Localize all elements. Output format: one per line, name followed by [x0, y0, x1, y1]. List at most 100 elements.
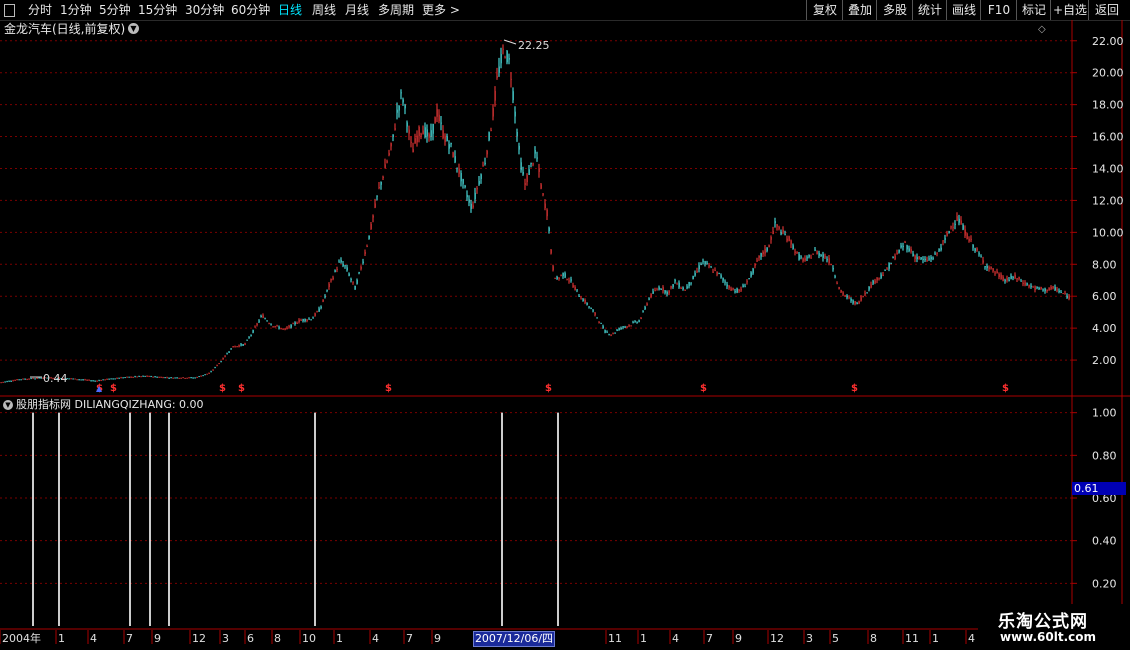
candle-body	[492, 108, 494, 117]
candle-body	[178, 377, 180, 379]
candle-body	[190, 377, 192, 379]
candle-body	[162, 377, 164, 379]
candle-body	[966, 233, 968, 239]
candle-body	[34, 378, 36, 380]
candle-body	[222, 358, 224, 360]
candle-body	[1058, 290, 1060, 293]
indicator-tick-label: 1.00	[1092, 407, 1117, 420]
candle-body	[1046, 289, 1048, 292]
candle-body	[942, 240, 944, 242]
diamond-icon[interactable]: ◇	[1038, 24, 1046, 35]
candle-body	[556, 276, 558, 280]
candle-body	[854, 301, 856, 305]
candle-body	[362, 261, 364, 263]
candle-body	[1014, 274, 1016, 279]
candle-body	[700, 263, 702, 265]
stock-chart[interactable]: $$$$$$$$$ 22.0020.0018.0016.0014.0012.00…	[0, 0, 1130, 650]
candle-body	[814, 249, 816, 251]
candle-body	[932, 257, 934, 259]
candle-body	[800, 256, 802, 258]
candle-body	[756, 260, 758, 262]
candle-body	[990, 266, 992, 269]
candle-body	[778, 227, 780, 229]
candle-body	[24, 378, 26, 380]
candle-body	[220, 361, 222, 363]
candle-body	[40, 377, 42, 379]
candle-body	[254, 326, 256, 328]
candle-body	[148, 375, 150, 377]
candle-body	[138, 375, 140, 377]
candle-body	[238, 345, 240, 347]
candle-body	[78, 379, 80, 381]
candle-body	[652, 291, 654, 294]
candle-body	[466, 194, 468, 198]
candle-body	[1012, 277, 1014, 279]
candle-body	[476, 188, 478, 190]
candle-body	[1044, 288, 1046, 292]
candle-body	[808, 255, 810, 257]
date-tick-label: 6	[247, 632, 254, 645]
main-gridlines	[0, 40, 1072, 361]
candle-body	[426, 129, 428, 137]
candle-body	[744, 286, 746, 288]
candle-body	[368, 235, 370, 239]
date-tick-label: 1	[932, 632, 939, 645]
candle-body	[958, 218, 960, 223]
candle-body	[740, 288, 742, 291]
candle-body	[552, 266, 554, 271]
candle-body	[844, 295, 846, 297]
candle-body	[20, 379, 22, 381]
candle-body	[544, 203, 546, 209]
watermark-title: 乐淘公式网	[998, 612, 1088, 632]
candle-body	[1060, 291, 1062, 293]
chevron-down-icon[interactable]: ▼	[3, 400, 13, 410]
date-tick-label: 9	[154, 632, 161, 645]
candle-body	[1028, 284, 1030, 287]
candle-body	[588, 306, 590, 308]
candle-body	[102, 379, 104, 381]
candle-body	[90, 380, 92, 382]
candle-body	[230, 348, 232, 350]
candle-body	[180, 377, 182, 379]
candle-body	[682, 287, 684, 290]
candle-body	[248, 337, 250, 339]
candle-body	[76, 379, 78, 381]
candle-body	[172, 377, 174, 379]
indicator-tick-labels: 1.000.800.600.400.20	[1072, 407, 1117, 590]
candle-body	[472, 205, 474, 208]
watermark-url: www.60lt.com	[1000, 630, 1097, 644]
candle-body	[766, 247, 768, 251]
date-tick-label: 4	[968, 632, 975, 645]
candle-body	[922, 258, 924, 260]
candle-body	[386, 161, 388, 163]
candle-body	[506, 50, 508, 63]
signal-marker: $	[851, 383, 858, 394]
current-value-label: 0.61	[1072, 482, 1126, 495]
candle-body	[994, 272, 996, 274]
candle-body	[642, 311, 644, 313]
candle-body	[824, 256, 826, 258]
date-tick-label: 1	[336, 632, 343, 645]
candle-body	[928, 258, 930, 260]
candle-body	[336, 268, 338, 270]
candle-body	[974, 248, 976, 252]
candle-body	[360, 267, 362, 269]
candle-body	[904, 241, 906, 243]
candle-body	[810, 257, 812, 259]
candle-body	[126, 376, 128, 378]
candle-body	[636, 321, 638, 323]
candle-body	[986, 266, 988, 269]
candle-body	[610, 334, 612, 336]
signal-marker: $	[545, 383, 552, 394]
candle-body	[290, 324, 292, 328]
date-tick-label: 5	[832, 632, 839, 645]
candle-body	[590, 307, 592, 310]
candle-body	[688, 282, 690, 287]
candle-body	[848, 297, 850, 299]
candle-body	[1056, 289, 1058, 291]
date-tick-label: 7	[706, 632, 713, 645]
chevron-down-icon[interactable]: ▼	[128, 23, 139, 34]
candle-body	[842, 292, 844, 295]
candle-body	[456, 167, 458, 169]
candle-body	[554, 277, 556, 279]
